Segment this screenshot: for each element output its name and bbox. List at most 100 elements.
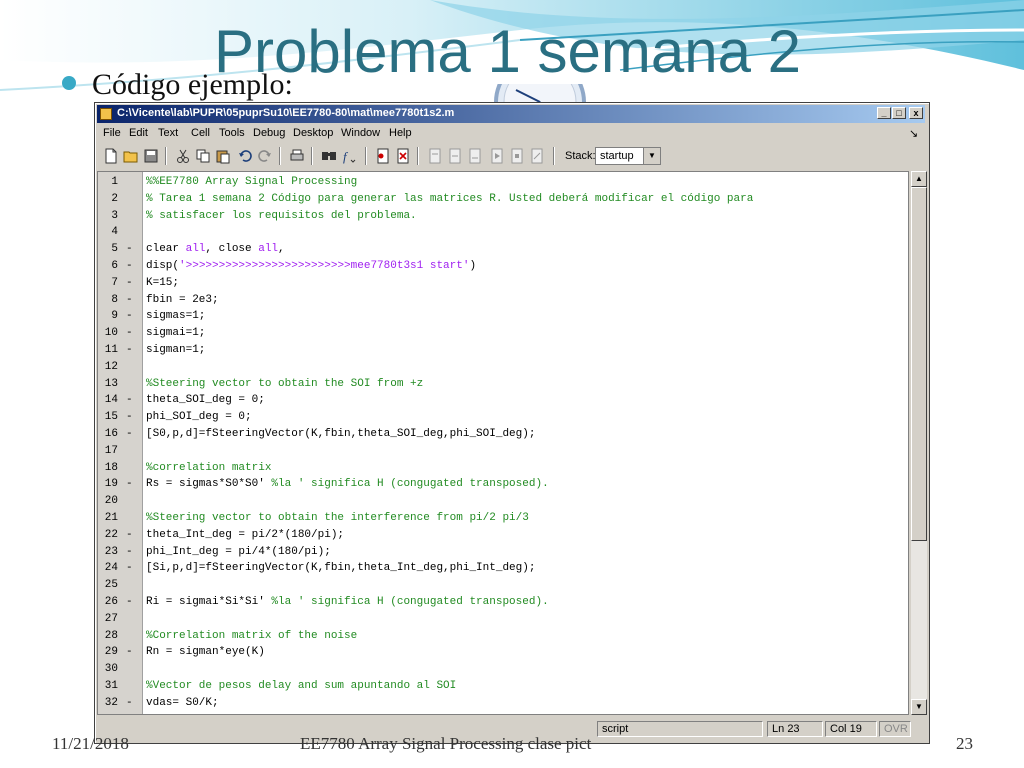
open-folder-icon[interactable] [123,148,139,164]
chevron-down-icon[interactable]: ▼ [643,148,660,164]
code-line[interactable]: 29- Rn = sigman*eye(K) [98,644,898,661]
save-icon[interactable] [143,148,159,164]
matlab-editor-window[interactable]: C:\Vicente\lab\PUPR\05puprSu10\EE7780-80… [94,102,930,744]
exit-debug-icon[interactable] [509,148,525,164]
menu-help[interactable]: Help [389,127,412,139]
function-icon[interactable]: f [341,148,357,164]
menu-desktop[interactable]: Desktop [293,127,333,139]
code-text: phi_SOI_deg = 0; [146,411,252,423]
vertical-scrollbar[interactable]: ▲ ▼ [911,171,927,715]
executable-line-marker[interactable]: - [126,478,133,490]
run-icon[interactable] [529,148,545,164]
executable-line-marker[interactable]: - [126,646,133,658]
paste-icon[interactable] [215,148,231,164]
executable-line-marker[interactable]: - [126,310,133,322]
stack-dropdown[interactable]: startup ▼ [595,147,661,165]
executable-line-marker[interactable]: - [126,546,133,558]
code-token: theta_SOI_deg = 0; [146,394,265,407]
code-text: % Tarea 1 semana 2 Código para generar l… [146,193,753,205]
continue-icon[interactable] [489,148,505,164]
copy-icon[interactable] [195,148,211,164]
menu-tools[interactable]: Tools [219,127,245,139]
find-icon[interactable] [321,148,337,164]
code-line[interactable]: 17 [98,443,898,460]
executable-line-marker[interactable]: - [126,277,133,289]
code-line[interactable]: 20 [98,493,898,510]
code-line[interactable]: 31 %Vector de pesos delay and sum apuntan… [98,678,898,695]
code-line[interactable]: 27 [98,611,898,628]
step-in-icon[interactable] [447,148,463,164]
code-line[interactable]: 4 [98,224,898,241]
code-line[interactable]: 8- fbin = 2e3; [98,292,898,309]
code-line[interactable]: 13 %Steering vector to obtain the SOI fro… [98,376,898,393]
code-line[interactable]: 3 % satisfacer los requisitos del problem… [98,208,898,225]
menu-edit[interactable]: Edit [129,127,148,139]
code-line[interactable]: 11- sigman=1; [98,342,898,359]
code-line[interactable]: 28 %Correlation matrix of the noise [98,628,898,645]
redo-icon[interactable] [257,148,273,164]
code-line[interactable]: 24- [Si,p,d]=fSteeringVector(K,fbin,theta… [98,560,898,577]
step-icon[interactable] [427,148,443,164]
undock-arrow-icon[interactable]: ↘ [909,127,918,140]
code-line[interactable]: 2 % Tarea 1 semana 2 Código para generar … [98,191,898,208]
code-text: theta_Int_deg = pi/2*(180/pi); [146,529,344,541]
scrollbar-thumb[interactable] [911,187,927,541]
print-icon[interactable] [289,148,305,164]
footer-date: 11/21/2018 [52,734,129,753]
code-line[interactable]: 32- vdas= S0/K; [98,695,898,712]
executable-line-marker[interactable]: - [126,260,133,272]
maximize-button[interactable]: □ [892,107,906,119]
cut-icon[interactable] [175,148,191,164]
code-line[interactable]: 14- theta_SOI_deg = 0; [98,392,898,409]
code-line[interactable]: 21 %Steering vector to obtain the interfe… [98,510,898,527]
menu-file[interactable]: File [103,127,121,139]
undo-icon[interactable] [237,148,253,164]
step-out-icon[interactable] [467,148,483,164]
new-file-icon[interactable] [103,148,119,164]
code-line[interactable]: 25 [98,577,898,594]
code-line[interactable]: 19- Rs = sigmas*S0*S0' %la ' significa H … [98,476,898,493]
code-editor[interactable]: 1 %%EE7780 Array Signal Processing 2 % Tare… [97,171,909,715]
executable-line-marker[interactable]: - [126,243,133,255]
editor-toolbar: f Stack: startup ▼ [97,143,925,169]
code-line[interactable]: 7- K=15; [98,275,898,292]
code-line[interactable]: 15- phi_SOI_deg = 0; [98,409,898,426]
code-line[interactable]: 26- Ri = sigmai*Si*Si' %la ' significa H … [98,594,898,611]
executable-line-marker[interactable]: - [126,428,133,440]
executable-line-marker[interactable]: - [126,697,133,709]
menu-debug[interactable]: Debug [253,127,285,139]
toolbar-separator [553,147,555,165]
executable-line-marker[interactable]: - [126,562,133,574]
window-titlebar[interactable]: C:\Vicente\lab\PUPR\05puprSu10\EE7780-80… [97,105,925,123]
clear-breakpoints-icon[interactable] [395,148,411,164]
executable-line-marker[interactable]: - [126,344,133,356]
code-line[interactable]: 5- clear all, close all, [98,241,898,258]
code-line[interactable]: 12 [98,359,898,376]
set-breakpoint-icon[interactable] [375,148,391,164]
scroll-down-icon[interactable]: ▼ [911,699,927,715]
code-token: [Si,p,d]=fSteeringVector(K,fbin,theta_In… [146,562,536,575]
code-line[interactable]: 18 %correlation matrix [98,460,898,477]
executable-line-marker[interactable]: - [126,294,133,306]
menu-window[interactable]: Window [341,127,380,139]
code-line[interactable]: 1 %%EE7780 Array Signal Processing [98,174,898,191]
executable-line-marker[interactable]: - [126,411,133,423]
minimize-button[interactable]: _ [877,107,891,119]
close-button[interactable]: x [909,107,923,119]
code-text: [S0,p,d]=fSteeringVector(K,fbin,theta_SO… [146,428,535,440]
code-line[interactable]: 16- [S0,p,d]=fSteeringVector(K,fbin,theta… [98,426,898,443]
code-line[interactable]: 10- sigmai=1; [98,325,898,342]
code-line[interactable]: 23- phi_Int_deg = pi/4*(180/pi); [98,544,898,561]
menu-cell[interactable]: Cell [191,127,210,139]
executable-line-marker[interactable]: - [126,394,133,406]
menu-text[interactable]: Text [158,127,178,139]
code-line[interactable]: 30 [98,661,898,678]
executable-line-marker[interactable]: - [126,529,133,541]
code-comment: %Vector de pesos delay and sum apuntando… [146,680,457,692]
executable-line-marker[interactable]: - [126,327,133,339]
executable-line-marker[interactable]: - [126,596,133,608]
code-line[interactable]: 9- sigmas=1; [98,308,898,325]
scroll-up-icon[interactable]: ▲ [911,171,927,187]
code-line[interactable]: 6- disp('>>>>>>>>>>>>>>>>>>>>>>>>>mee7780… [98,258,898,275]
code-line[interactable]: 22- theta_Int_deg = pi/2*(180/pi); [98,527,898,544]
